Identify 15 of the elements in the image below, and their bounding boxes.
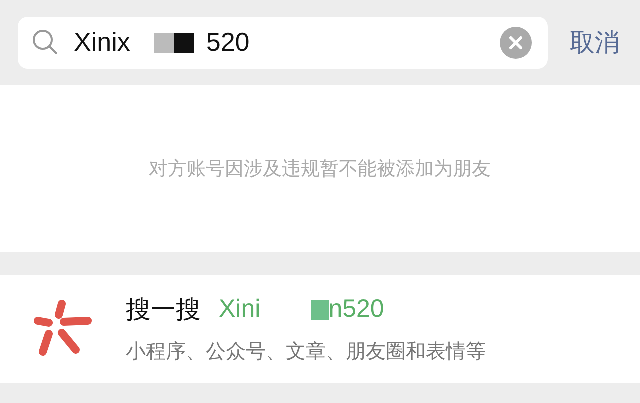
cancel-button[interactable]: 取消: [570, 26, 620, 59]
row-subtitle: 小程序、公众号、文章、朋友圈和表情等: [126, 340, 486, 365]
search-text: 520: [206, 27, 250, 58]
sparkle-logo-icon: [34, 300, 92, 358]
search-row[interactable]: 搜一搜 Xini n520 小程序、公众号、文章、朋友圈和表情等: [0, 275, 640, 383]
query-text: Xini: [219, 295, 261, 324]
clear-icon[interactable]: [500, 26, 532, 58]
redaction-mark: [154, 32, 194, 52]
search-icon: [32, 28, 60, 56]
search-text: Xinix: [74, 27, 130, 58]
row-title: 搜一搜: [126, 295, 201, 326]
notice-text: 对方账号因涉及违规暂不能被添加为朋友: [149, 158, 491, 182]
search-field[interactable]: Xinix 520: [18, 16, 548, 68]
query-text: n520: [328, 295, 384, 324]
redaction-mark: [310, 300, 329, 320]
